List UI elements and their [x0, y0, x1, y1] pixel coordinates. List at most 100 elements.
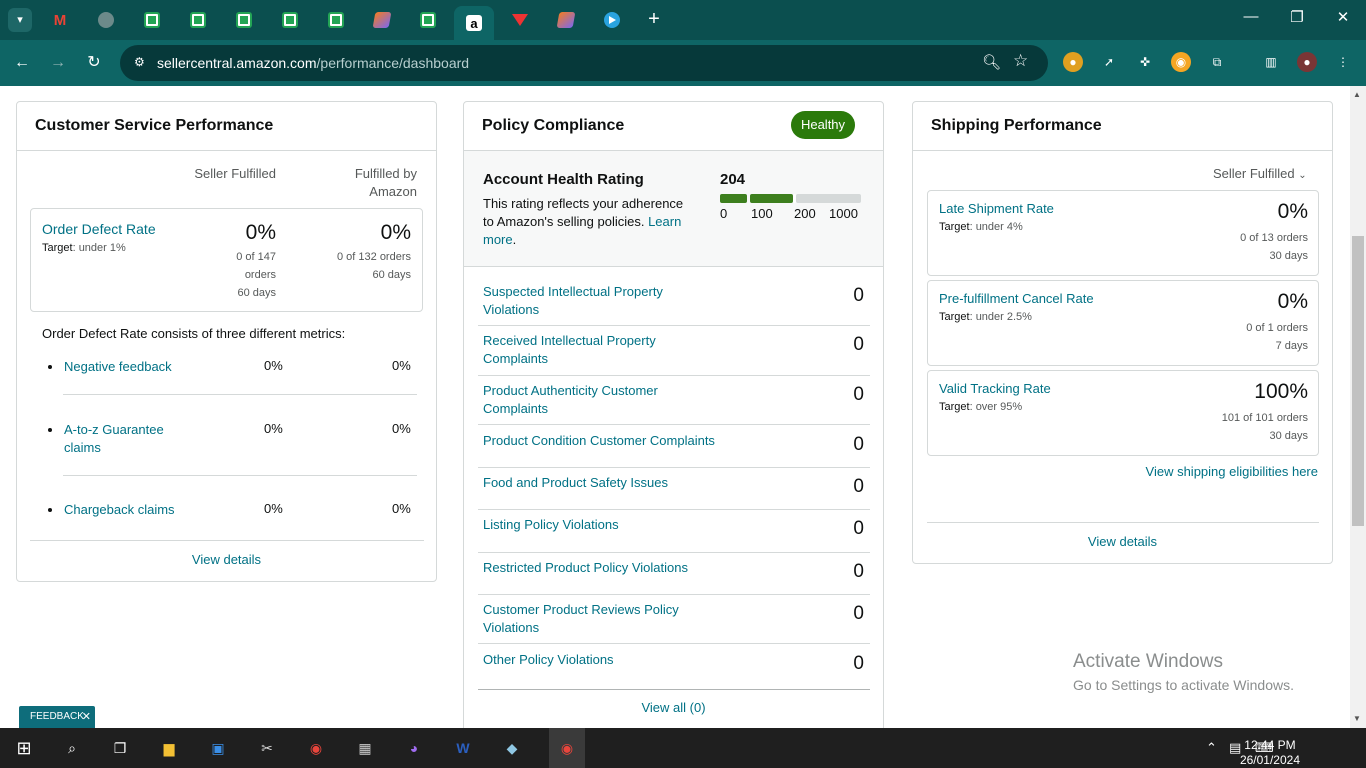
ahr-tick: 200 — [794, 206, 816, 221]
word-icon[interactable]: W — [451, 736, 475, 760]
browser-toolbar: ← → ↻ ⚙ sellercentral.amazon.com/perform… — [0, 40, 1366, 86]
scroll-down-arrow-icon[interactable]: ▼ — [1353, 714, 1361, 723]
csp-view-details-link[interactable]: View details — [17, 552, 436, 567]
reload-icon[interactable]: ↻ — [83, 52, 105, 74]
messenger-icon[interactable]: ◕ — [402, 736, 426, 760]
tab-gmail[interactable]: M — [40, 6, 80, 34]
restore-icon[interactable]: ❐ — [1282, 8, 1312, 26]
side-panel-icon[interactable]: ▥ — [1261, 52, 1281, 72]
atoz-guarantee-claims-link[interactable]: A-to-z Guarantee claims — [64, 421, 184, 457]
odr-description: Order Defect Rate consists of three diff… — [42, 326, 346, 341]
task-view-icon[interactable]: ❐ — [108, 736, 132, 760]
tab-sheets-1[interactable] — [132, 6, 172, 34]
extension-puzzle-blue-icon[interactable]: ✜ — [1135, 52, 1155, 72]
clock-text: 12:44 PM 26/01/2024 — [1240, 738, 1300, 768]
odr-fba-pct: 0% — [380, 221, 411, 244]
tab-sheets-2[interactable] — [178, 6, 218, 34]
amazon-icon: a — [466, 15, 482, 31]
account-health-rating-panel: Account Health Rating This rating reflec… — [464, 150, 883, 267]
policy-row-link[interactable]: Listing Policy Violations — [483, 516, 743, 534]
policy-row-link[interactable]: Product Authenticity Customer Complaints — [483, 382, 703, 418]
view-all-link[interactable]: View all (0) — [464, 700, 883, 715]
target-label: Target — [939, 221, 970, 233]
policy-row-link[interactable]: Product Condition Customer Complaints — [483, 432, 743, 450]
extensions-puzzle-icon[interactable]: ⧉ — [1207, 52, 1227, 72]
red-triangle-icon — [512, 14, 528, 26]
zoom-magnifier-icon[interactable]: 🔍︎ — [982, 53, 1001, 71]
target-value: : under 4% — [969, 221, 1023, 233]
page-scrollbar[interactable]: ▲ ▼ — [1350, 86, 1366, 728]
windows-start-icon[interactable]: ⊞ — [12, 736, 36, 760]
scrollbar-thumb[interactable] — [1352, 236, 1364, 526]
policy-row-link[interactable]: Food and Product Safety Issues — [483, 474, 743, 492]
file-explorer-icon[interactable]: ▆ — [157, 736, 181, 760]
tab-globe[interactable] — [86, 6, 126, 34]
tab-red[interactable] — [500, 6, 540, 34]
negative-feedback-link[interactable]: Negative feedback — [64, 358, 184, 376]
late-shipment-rate-link[interactable]: Late Shipment Rate — [939, 201, 1054, 216]
seller-fulfilled-dropdown[interactable]: Seller Fulfilled ⌄ — [1213, 166, 1307, 181]
divider — [63, 394, 417, 395]
valid-tracking-rate-link[interactable]: Valid Tracking Rate — [939, 381, 1051, 396]
policy-row-link[interactable]: Other Policy Violations — [483, 651, 703, 669]
extension-arrow-icon[interactable]: ➚ — [1099, 52, 1119, 72]
shipping-view-details-link[interactable]: View details — [913, 534, 1332, 549]
target-value: : under 2.5% — [969, 311, 1032, 323]
tab-search-dropdown-icon[interactable]: ▾ — [8, 8, 32, 32]
col-header-seller-fulfilled: Seller Fulfilled — [194, 166, 276, 181]
scroll-up-arrow-icon[interactable]: ▲ — [1353, 90, 1361, 99]
chargeback-claims-link[interactable]: Chargeback claims — [64, 501, 184, 519]
store-icon[interactable]: ▣ — [206, 736, 230, 760]
forward-arrow-icon[interactable]: → — [47, 52, 69, 74]
tab-clickup-2[interactable] — [546, 6, 586, 34]
order-defect-rate-link[interactable]: Order Defect Rate — [42, 221, 156, 237]
minimize-icon[interactable]: — — [1236, 8, 1266, 25]
target-value: : over 95% — [969, 401, 1023, 413]
extension-bee-icon[interactable]: ● — [1063, 52, 1083, 72]
chrome-active-icon[interactable]: ◉ — [549, 728, 585, 768]
feedback-close-icon[interactable]: ✕ — [82, 706, 91, 728]
bookmark-star-icon[interactable]: ☆ — [1013, 51, 1028, 71]
tab-sheets-4[interactable] — [270, 6, 310, 34]
watermark-line1: Activate Windows — [1073, 651, 1223, 672]
shipping-eligibilities-link[interactable]: View shipping eligibilities here — [1146, 464, 1318, 479]
profile-avatar[interactable]: ● — [1297, 52, 1317, 72]
policy-row-value: 0 — [853, 285, 864, 306]
app-icon[interactable]: ◆ — [500, 736, 524, 760]
tab-sheets-5[interactable] — [316, 6, 356, 34]
site-settings-icon[interactable]: ⚙ — [134, 55, 150, 71]
snipping-tool-icon[interactable]: ✂ — [255, 736, 279, 760]
url-text[interactable]: sellercentral.amazon.com/performance/das… — [157, 55, 469, 71]
chrome-icon[interactable]: ◉ — [304, 736, 328, 760]
policy-row-link[interactable]: Suspected Intellectual Property Violatio… — [483, 283, 703, 319]
tab-amazon-active[interactable]: a — [454, 6, 494, 40]
policy-compliance-card: Policy Compliance Healthy Account Health… — [463, 101, 884, 728]
shipping-sub: 0 of 1 orders 7 days — [1246, 319, 1308, 355]
close-window-icon[interactable]: ✕ — [1328, 8, 1358, 26]
extension-circle-icon[interactable]: ◉ — [1171, 52, 1191, 72]
back-arrow-icon[interactable]: ← — [11, 52, 33, 74]
feedback-button[interactable]: FEEDBACK ✕ — [19, 706, 95, 728]
bullet — [48, 428, 52, 432]
policy-row-link[interactable]: Received Intellectual Property Complaint… — [483, 332, 703, 368]
policy-row-link[interactable]: Restricted Product Policy Violations — [483, 559, 743, 577]
new-tab-plus-icon[interactable]: + — [642, 8, 666, 32]
tab-sheets-6[interactable] — [408, 6, 448, 34]
calculator-icon[interactable]: ▦ — [353, 736, 377, 760]
shipping-target: Target: under 2.5% — [939, 311, 1032, 323]
odr-fba-sub2: 60 days — [372, 269, 411, 281]
bullet — [48, 365, 52, 369]
shipping-sub1: 0 of 1 orders — [1246, 322, 1308, 334]
search-icon[interactable]: ⌕ — [60, 736, 84, 760]
address-bar[interactable]: ⚙ sellercentral.amazon.com/performance/d… — [120, 45, 1048, 81]
menu-kebab-icon[interactable]: ⋮ — [1333, 52, 1353, 72]
policy-row-link[interactable]: Customer Product Reviews Policy Violatio… — [483, 601, 703, 637]
divider — [927, 522, 1319, 523]
tray-chevron-up-icon[interactable]: ⌃ — [1206, 740, 1217, 756]
dropdown-value: Seller Fulfilled — [1213, 166, 1295, 181]
pre-fulfillment-cancel-rate-link[interactable]: Pre-fulfillment Cancel Rate — [939, 291, 1094, 306]
target-value: : under 1% — [72, 242, 126, 254]
tab-telegram[interactable] — [592, 6, 632, 34]
tab-sheets-3[interactable] — [224, 6, 264, 34]
tab-clickup-1[interactable] — [362, 6, 402, 34]
